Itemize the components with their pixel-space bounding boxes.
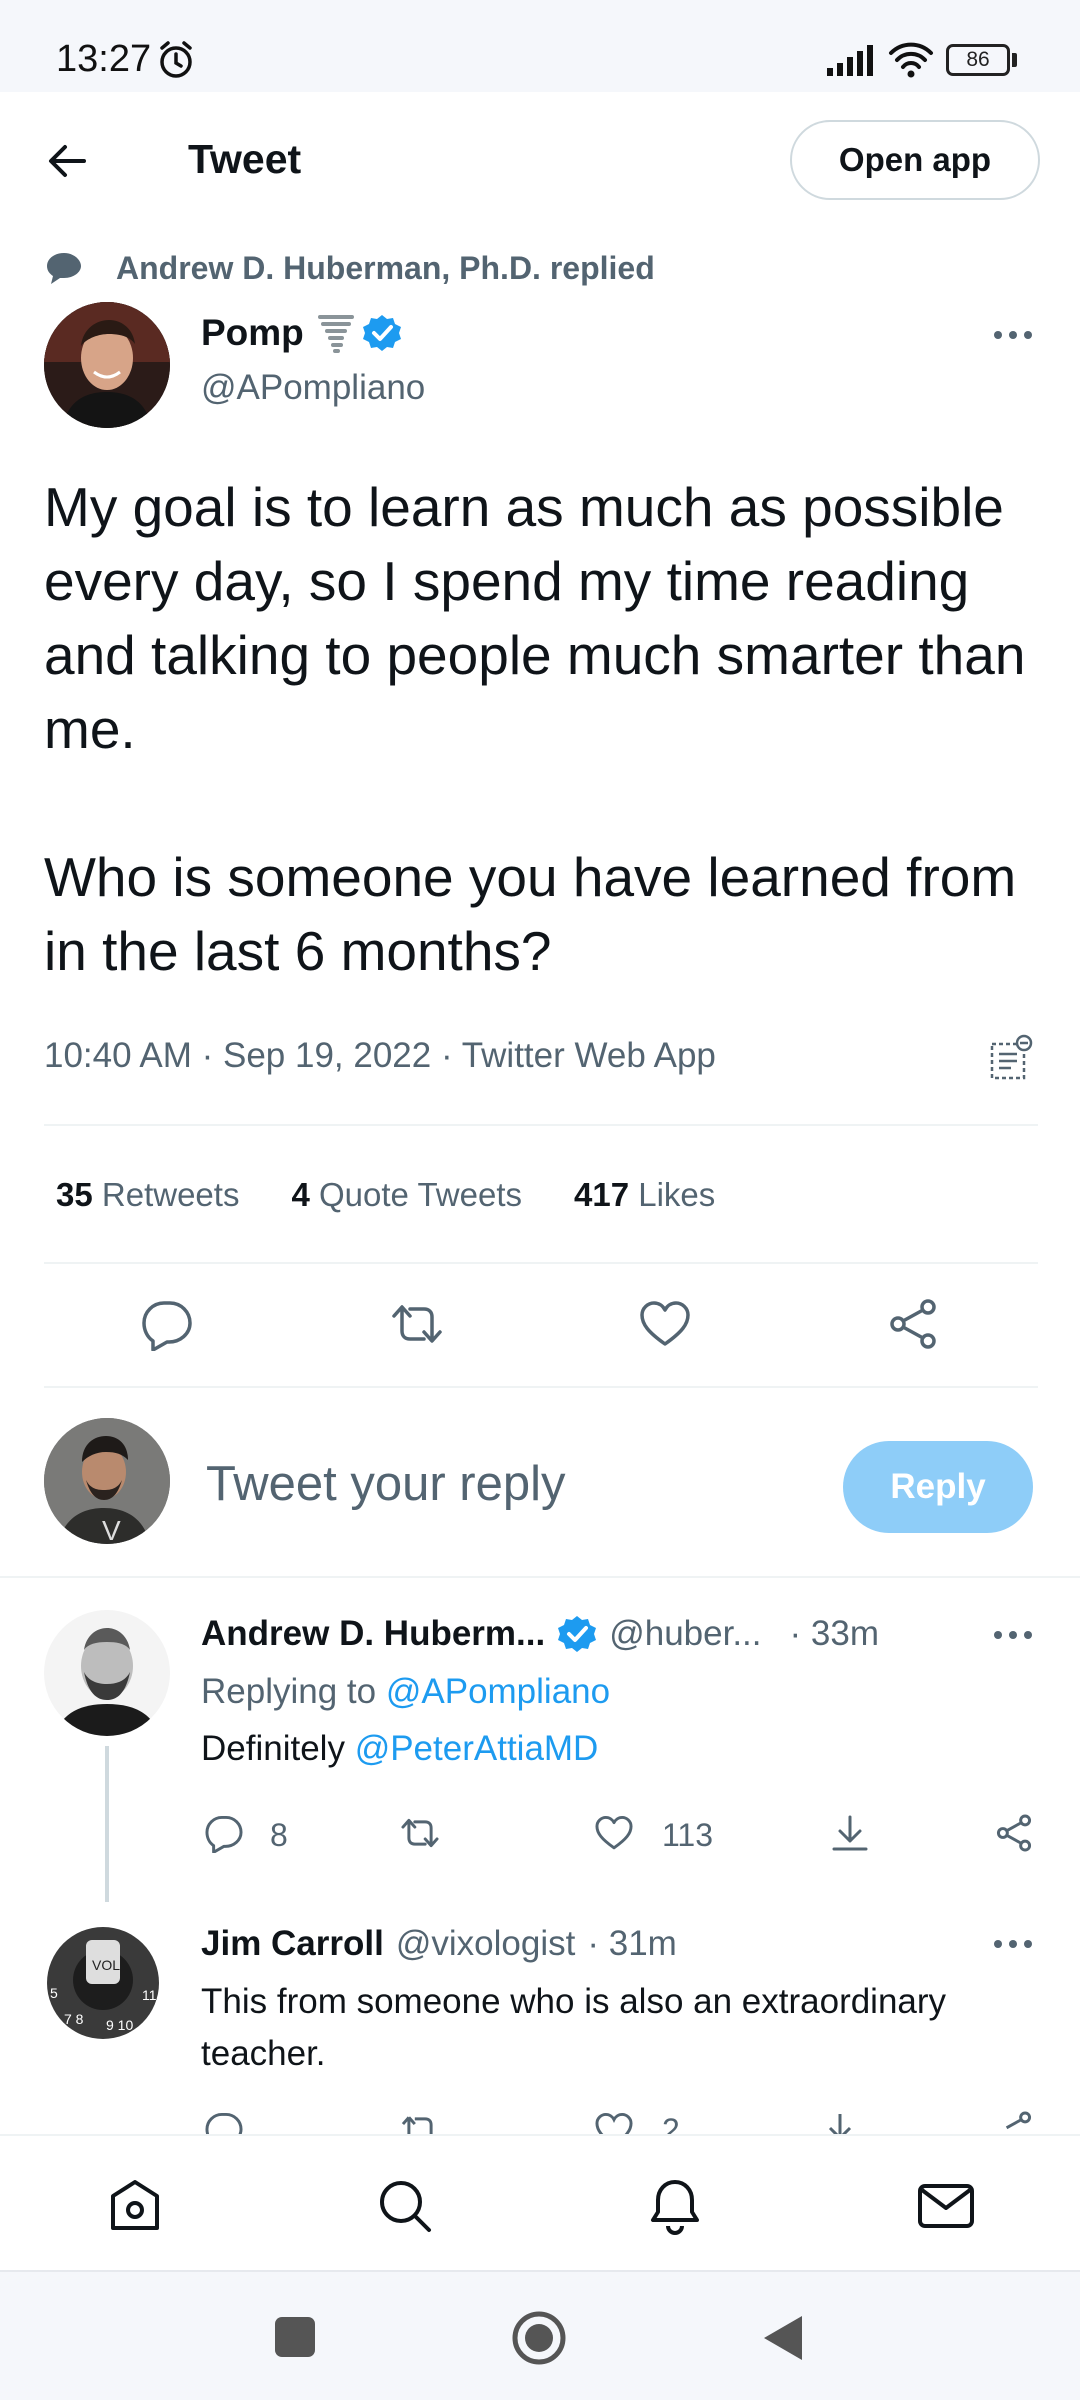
- svg-text:9 10: 9 10: [106, 2017, 133, 2033]
- reply-author-name[interactable]: Andrew D. Huberm...: [201, 1614, 545, 1654]
- reply-count: 8: [270, 1817, 288, 1853]
- home-icon[interactable]: [105, 2176, 165, 2236]
- reply-time: · 31m: [587, 1924, 677, 1963]
- retweet-icon[interactable]: [390, 1297, 444, 1351]
- svg-text:VOL: VOL: [92, 1957, 120, 1973]
- messages-icon[interactable]: [916, 2176, 976, 2236]
- replying-to-link[interactable]: @APompliano: [386, 1672, 610, 1711]
- reply-text-line-1: This from someone who is also an extraor…: [201, 1982, 947, 2021]
- share-icon[interactable]: [886, 1297, 940, 1351]
- tweet-text: My goal is to learn as much as possible …: [44, 476, 1026, 982]
- home-button-icon[interactable]: [511, 2310, 567, 2366]
- reply-text-line-2: teacher.: [201, 2034, 326, 2073]
- reply-icon[interactable]: [204, 2110, 244, 2134]
- reply-text: Definitely @PeterAttiaMD: [201, 1729, 599, 1768]
- download-icon[interactable]: [830, 1813, 870, 1853]
- signal-icon: [827, 45, 873, 76]
- avatar[interactable]: [44, 1610, 170, 1736]
- reply-context: Andrew D. Huberman, Ph.D. replied: [44, 248, 655, 288]
- notifications-icon[interactable]: [645, 2176, 705, 2236]
- avatar[interactable]: VOL 5 7 8 9 10 11: [40, 1920, 166, 2046]
- reply-icon[interactable]: [204, 1813, 244, 1853]
- svg-text:7 8: 7 8: [64, 2011, 84, 2027]
- speech-bubble-icon: [47, 253, 81, 284]
- tornado-icon: [317, 315, 354, 353]
- back-arrow-icon[interactable]: [44, 138, 90, 184]
- top-bar: Tweet Open app: [0, 92, 1080, 228]
- retweet-icon[interactable]: [400, 2110, 440, 2134]
- author-name-row[interactable]: Pomp: [201, 312, 402, 354]
- recent-apps-icon[interactable]: [274, 2316, 316, 2358]
- my-avatar: V: [44, 1418, 170, 1544]
- like-count: 113: [662, 1817, 714, 1853]
- alarm-icon: [160, 41, 192, 78]
- more-icon[interactable]: [993, 1629, 1033, 1641]
- tweet-timestamp: 10:40 AM · Sep 19, 2022 · Twitter Web Ap…: [44, 1036, 716, 1075]
- svg-text:11: 11: [142, 1987, 157, 2003]
- share-icon[interactable]: [994, 2110, 1034, 2134]
- avatar[interactable]: [44, 302, 170, 428]
- reply-actions-partial: 2: [0, 2110, 1080, 2134]
- reply-author-name[interactable]: Jim Carroll: [201, 1924, 384, 1964]
- reply-icon[interactable]: [140, 1297, 194, 1351]
- verified-badge-icon: [558, 1616, 597, 1652]
- search-icon[interactable]: [375, 2176, 435, 2236]
- reply-header: Jim Carroll @vixologist · 31m: [201, 1924, 677, 1964]
- battery-indicator: 86: [946, 44, 1018, 76]
- thread-line: [105, 1746, 109, 1902]
- like-icon[interactable]: [594, 1813, 634, 1853]
- like-icon[interactable]: [594, 2110, 634, 2134]
- reply-input[interactable]: Tweet your reply: [206, 1456, 566, 1512]
- share-icon[interactable]: [994, 1813, 1034, 1853]
- mention-link[interactable]: @PeterAttiaMD: [355, 1729, 599, 1768]
- system-navigation-bar: [0, 2270, 1080, 2400]
- notes-icon[interactable]: [990, 1034, 1034, 1080]
- tweet-stats: 35 Retweets 4 Quote Tweets 417 Likes: [56, 1176, 767, 1214]
- reply-context-text: Andrew D. Huberman, Ph.D. replied: [116, 249, 655, 286]
- more-icon[interactable]: [993, 329, 1033, 341]
- svg-text:V: V: [102, 1515, 121, 1544]
- reply-button[interactable]: Reply: [843, 1441, 1033, 1533]
- more-icon[interactable]: [993, 1938, 1033, 1950]
- like-icon[interactable]: [638, 1297, 692, 1351]
- status-bar: 13:27 86: [0, 0, 1080, 92]
- status-time: 13:27: [56, 38, 152, 80]
- quote-tweets-stat[interactable]: 4 Quote Tweets: [291, 1176, 522, 1214]
- svg-text:5: 5: [50, 1985, 58, 2001]
- bottom-nav: [0, 2134, 1080, 2270]
- download-icon[interactable]: [820, 2110, 860, 2134]
- battery-level: 86: [946, 44, 1010, 76]
- wifi-icon: [889, 42, 933, 78]
- reply-author-handle[interactable]: @huber...: [609, 1614, 761, 1654]
- open-app-button[interactable]: Open app: [790, 120, 1040, 200]
- system-back-icon[interactable]: [762, 2314, 806, 2362]
- reply-author-handle[interactable]: @vixologist: [396, 1924, 575, 1964]
- author-name[interactable]: Pomp: [201, 312, 304, 354]
- reply-header: Andrew D. Huberm... @huber... · 33m: [201, 1614, 879, 1654]
- likes-stat[interactable]: 417 Likes: [574, 1176, 715, 1214]
- page-title: Tweet: [188, 136, 302, 182]
- reply-time: · 33m: [789, 1614, 879, 1653]
- replying-to: Replying to @APompliano: [201, 1672, 611, 1711]
- retweets-stat[interactable]: 35 Retweets: [56, 1176, 239, 1214]
- verified-badge-icon: [362, 315, 401, 351]
- like-count: 2: [662, 2112, 680, 2134]
- retweet-icon[interactable]: [400, 1813, 440, 1853]
- author-handle[interactable]: @APompliano: [201, 368, 425, 408]
